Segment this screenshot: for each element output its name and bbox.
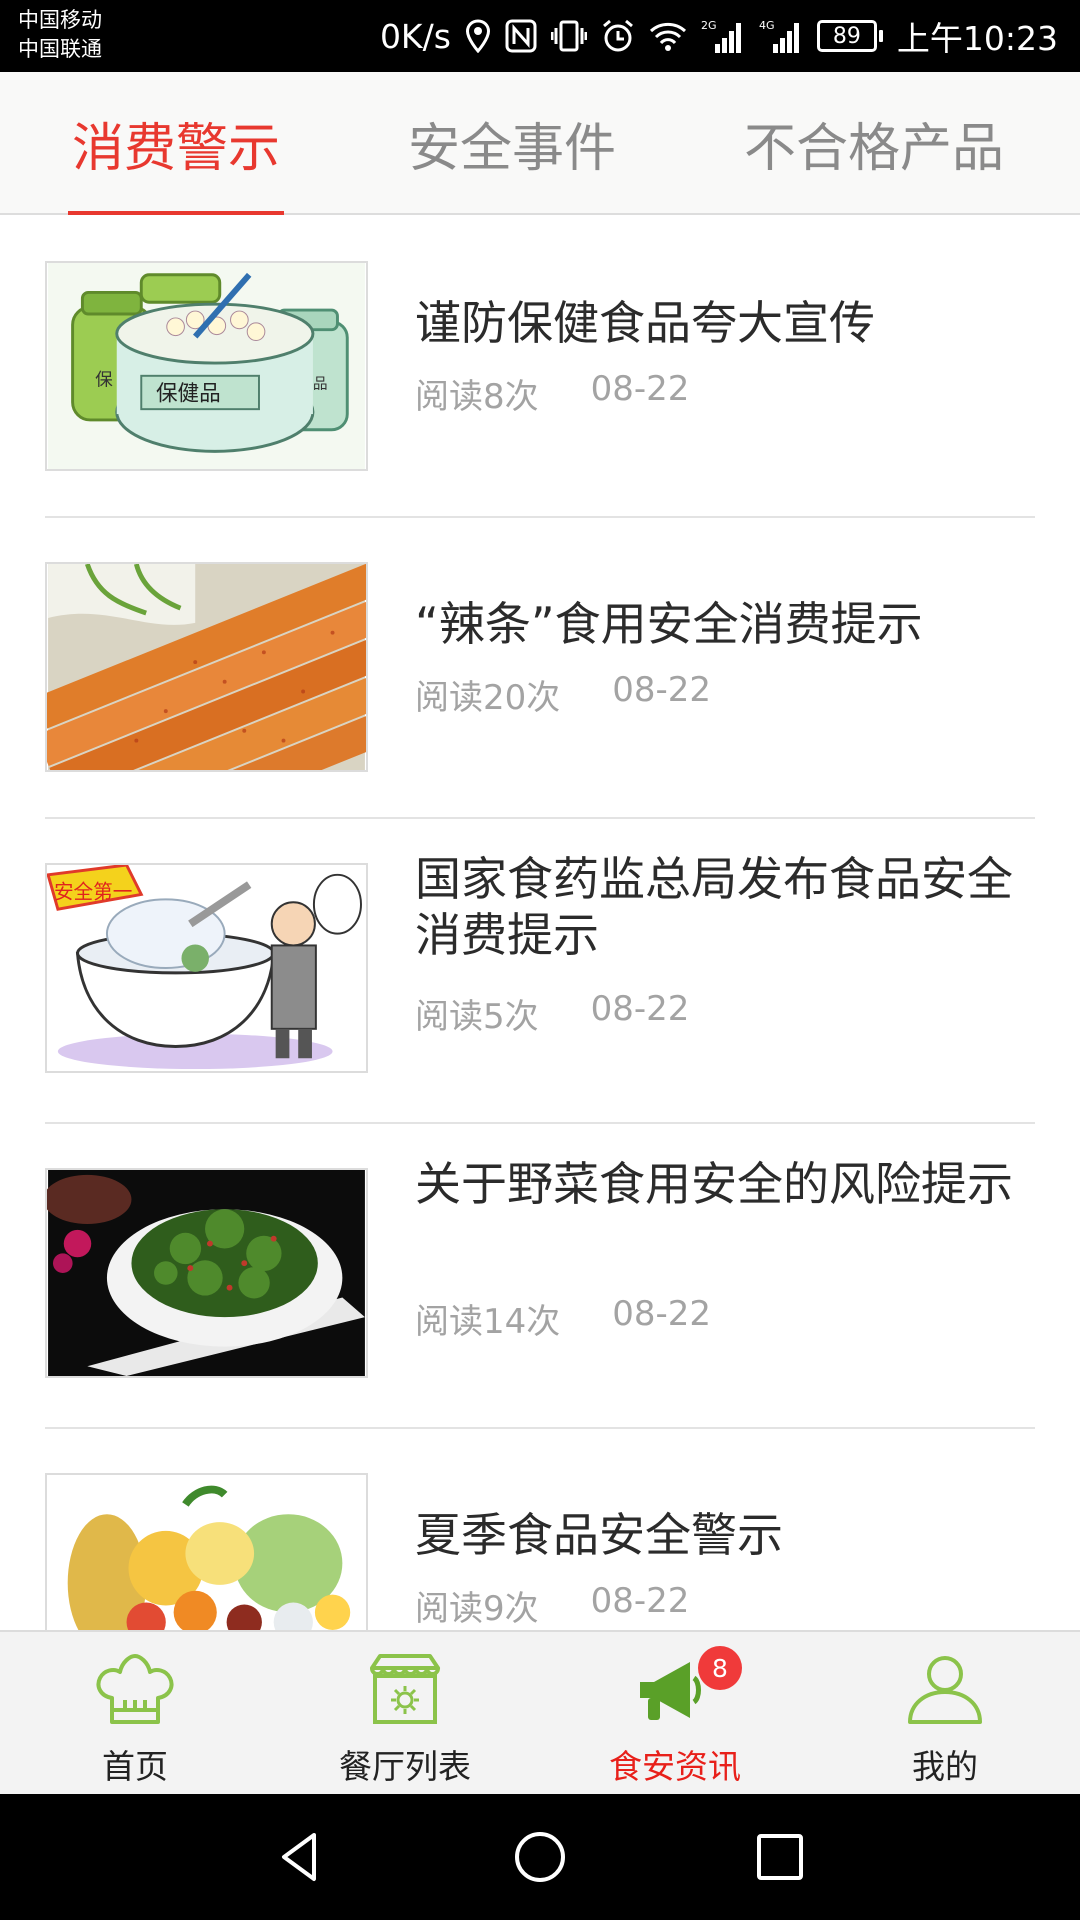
article-meta: 阅读14次 08-22 xyxy=(415,1294,711,1343)
battery-level: 89 xyxy=(816,20,877,52)
nfc-icon xyxy=(505,19,537,53)
svg-text:安全第一: 安全第一 xyxy=(54,880,132,903)
active-tab-indicator xyxy=(68,211,284,215)
read-count: 阅读20次 xyxy=(415,678,561,718)
article-meta: 阅读5次 08-22 xyxy=(415,989,689,1038)
nav-food-safety-news[interactable]: 8 食安资讯 xyxy=(540,1632,810,1796)
svg-text:2G: 2G xyxy=(701,19,717,32)
publish-date: 08-22 xyxy=(590,369,690,409)
nav-label: 我的 xyxy=(912,1747,978,1786)
read-count: 阅读14次 xyxy=(415,1302,561,1342)
alarm-icon xyxy=(601,19,635,53)
svg-text:保健品: 保健品 xyxy=(156,381,221,406)
health-supplement-jars-image: 保 保健品 保健品 xyxy=(45,261,368,471)
location-icon xyxy=(465,19,491,53)
read-count: 阅读9次 xyxy=(415,1589,539,1629)
list-item[interactable]: 关于野菜食用安全的风险提示 阅读14次 08-22 xyxy=(0,1124,1080,1429)
notification-badge: 8 xyxy=(698,1646,742,1690)
home-icon[interactable] xyxy=(510,1827,570,1887)
article-meta: 阅读9次 08-22 xyxy=(415,1581,689,1630)
system-navigation-bar xyxy=(0,1794,1080,1920)
article-list: 保 保健品 保健品 谨防保健食品夸大宣传 阅读8次 xyxy=(0,217,1080,1630)
clock: 上午10:23 xyxy=(896,19,1058,58)
publish-date: 08-22 xyxy=(612,670,712,710)
nav-home[interactable]: 首页 xyxy=(0,1632,270,1796)
tab-safety-events[interactable]: 安全事件 xyxy=(404,72,620,215)
tab-label: 不合格产品 xyxy=(743,119,1004,179)
nav-label: 食安资讯 xyxy=(609,1747,741,1786)
status-bar: 中国移动 中国联通 0K/s 2G 4G 89 上午10:23 xyxy=(0,0,1080,72)
tab-label: 安全事件 xyxy=(407,119,616,179)
restaurant-icon xyxy=(360,1650,450,1730)
bottom-navigation: 首页 餐厅列表 8 食安资讯 我的 xyxy=(0,1630,1080,1794)
fruits-vegetables-image xyxy=(45,1473,368,1630)
article-meta: 阅读8次 08-22 xyxy=(415,369,689,418)
publish-date: 08-22 xyxy=(590,1581,690,1621)
recent-apps-icon[interactable] xyxy=(750,1827,810,1887)
category-tabs: 消费警示 安全事件 不合格产品 xyxy=(0,72,1080,215)
food-safety-cartoon-image: 安全第一 xyxy=(45,863,368,1073)
tab-unqualified-products[interactable]: 不合格产品 xyxy=(738,72,1010,215)
list-item[interactable]: 保 保健品 保健品 谨防保健食品夸大宣传 阅读8次 xyxy=(0,217,1080,518)
chef-hat-icon xyxy=(90,1650,180,1730)
signal-icon-4g: 4G xyxy=(759,18,803,54)
battery-icon: 89 xyxy=(816,20,883,52)
article-title: 国家食药监总局发布食品安全消费提示 xyxy=(415,852,1013,962)
publish-date: 08-22 xyxy=(612,1294,712,1334)
user-icon xyxy=(900,1650,990,1730)
publish-date: 08-22 xyxy=(590,989,690,1029)
spicy-strips-image xyxy=(45,562,368,772)
wild-vegetable-dish-image xyxy=(45,1168,368,1378)
signal-icon-2g: 2G xyxy=(701,18,745,54)
vibrate-icon xyxy=(550,19,587,53)
svg-text:保: 保 xyxy=(95,370,113,391)
nav-label: 餐厅列表 xyxy=(339,1747,471,1786)
read-count: 阅读5次 xyxy=(415,997,539,1037)
status-icons: 0K/s 2G 4G 89 上午10:23 xyxy=(380,0,1058,72)
read-count: 阅读8次 xyxy=(415,377,539,417)
article-title: 谨防保健食品夸大宣传 xyxy=(415,296,875,350)
svg-text:4G: 4G xyxy=(759,19,775,32)
back-icon[interactable] xyxy=(270,1827,330,1887)
wifi-icon xyxy=(649,20,687,52)
article-title: 关于野菜食用安全的风险提示 xyxy=(415,1157,1013,1211)
list-item[interactable]: 安全第一 国家食药监总局发布食品安全消费提示 阅读5次 08-22 xyxy=(0,819,1080,1124)
article-title: “辣条”食用安全消费提示 xyxy=(415,597,923,651)
carrier-info: 中国移动 中国联通 xyxy=(18,6,102,64)
carrier-2: 中国联通 xyxy=(18,37,102,61)
article-title: 夏季食品安全警示 xyxy=(415,1508,783,1562)
nav-restaurant-list[interactable]: 餐厅列表 xyxy=(270,1632,540,1796)
carrier-1: 中国移动 xyxy=(18,8,102,32)
net-speed: 0K/s xyxy=(379,16,451,56)
nav-label: 首页 xyxy=(102,1747,168,1786)
list-item[interactable]: “辣条”食用安全消费提示 阅读20次 08-22 xyxy=(0,518,1080,819)
article-meta: 阅读20次 08-22 xyxy=(415,670,711,719)
nav-profile[interactable]: 我的 xyxy=(810,1632,1080,1796)
tab-consumer-warning[interactable]: 消费警示 xyxy=(68,72,284,215)
list-item[interactable]: 夏季食品安全警示 阅读9次 08-22 xyxy=(0,1429,1080,1630)
tab-label: 消费警示 xyxy=(71,119,280,179)
